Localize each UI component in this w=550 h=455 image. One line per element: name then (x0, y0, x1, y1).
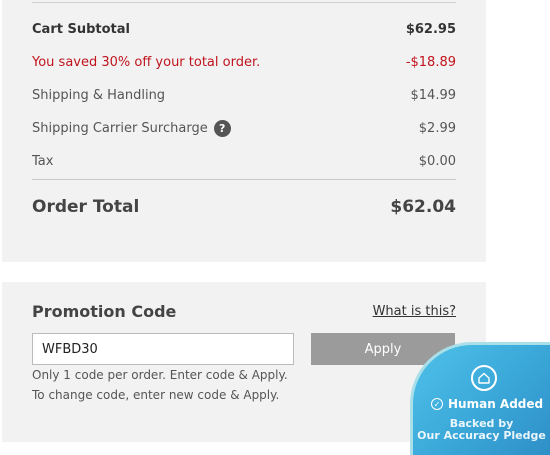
cart-subtotal-value: $62.95 (405, 22, 456, 37)
cart-subtotal-label: Cart Subtotal (32, 22, 130, 37)
badge-title-row: ✓ Human Added (431, 397, 543, 411)
savings-label: You saved 30% off your total order. (32, 55, 261, 70)
tax-value: $0.00 (418, 154, 456, 169)
home-shield-glyph (478, 372, 490, 384)
tax-row: Tax $0.00 (32, 154, 456, 169)
savings-row: You saved 30% off your total order. -$18… (32, 55, 456, 70)
savings-value: -$18.89 (405, 55, 456, 70)
help-icon[interactable]: ? (213, 120, 231, 137)
badge-title: Human Added (448, 397, 544, 411)
promo-code-input[interactable] (32, 333, 294, 365)
total-divider (32, 179, 456, 180)
surcharge-value: $2.99 (418, 121, 456, 136)
check-circle-icon: ✓ (431, 398, 443, 410)
shipping-row: Shipping & Handling $14.99 (32, 88, 456, 103)
shipping-value: $14.99 (410, 88, 457, 103)
promo-note-line-2: To change code, enter new code & Apply. (32, 388, 280, 402)
promo-note-line-1: Only 1 code per order. Enter code & Appl… (32, 368, 288, 382)
order-total-value: $62.04 (390, 197, 456, 217)
surcharge-label: Shipping Carrier Surcharge (32, 121, 208, 136)
tax-label: Tax (32, 154, 54, 169)
order-total-label: Order Total (32, 197, 140, 217)
order-summary-panel: Cart Subtotal $62.95 You saved 30% off y… (2, 0, 486, 262)
surcharge-label-wrap: Shipping Carrier Surcharge? (32, 120, 231, 137)
cart-subtotal-row: Cart Subtotal $62.95 (32, 22, 456, 37)
promo-title: Promotion Code (32, 302, 177, 321)
accuracy-pledge-badge[interactable]: ✓ Human Added Backed by Our Accuracy Ple… (410, 342, 550, 455)
home-shield-icon (471, 365, 497, 391)
top-divider (32, 2, 456, 3)
shipping-label: Shipping & Handling (32, 88, 166, 103)
order-total-row: Order Total $62.04 (32, 197, 456, 217)
badge-sub-2: Our Accuracy Pledge (417, 429, 546, 442)
surcharge-row: Shipping Carrier Surcharge? $2.99 (32, 120, 456, 137)
what-is-this-link[interactable]: What is this? (373, 304, 456, 319)
